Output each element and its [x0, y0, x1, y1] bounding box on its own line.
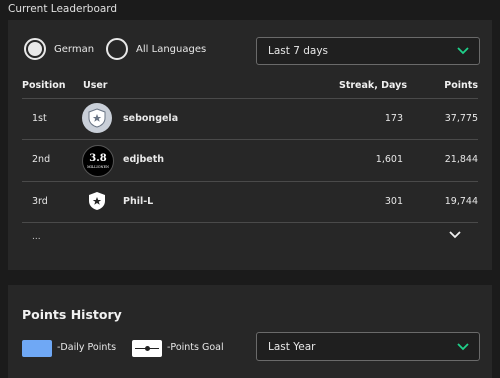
section-title: Points History [22, 307, 122, 322]
radio-german-label: German [54, 43, 95, 55]
range-select[interactable]: Last Year [256, 332, 480, 361]
avatar[interactable] [82, 103, 112, 133]
radio-selected-icon[interactable] [24, 38, 46, 60]
row-streak: 301 [384, 196, 403, 207]
chevron-down-icon [457, 342, 469, 350]
legend-daily-points-swatch [22, 340, 52, 357]
table-row[interactable]: 3rd Phil-L 301 19,744 [22, 182, 478, 223]
radio-all-languages[interactable]: All Languages [106, 38, 206, 60]
language-filter: German All Languages [24, 38, 218, 60]
table-row[interactable]: 2nd 3.8 MILLIONEN edjbeth 1,601 21,844 [22, 140, 478, 182]
millionen-badge-icon: 3.8 MILLIONEN [87, 153, 109, 169]
chevron-down-icon [457, 47, 469, 55]
leaderboard-card: German All Languages Last 7 days Positio… [8, 20, 492, 270]
col-header-streak[interactable]: Streak, Days [339, 80, 407, 91]
period-select[interactable]: Last 7 days [256, 37, 480, 65]
table-row[interactable]: 1st sebongela 173 37,775 [22, 99, 478, 140]
row-points: 37,775 [444, 113, 478, 124]
shield-star-icon [89, 192, 105, 210]
leaderboard-header: Position User Streak, Days Points [22, 76, 478, 99]
row-user[interactable]: edjbeth [123, 154, 164, 165]
row-position: 1st [32, 113, 47, 124]
avatar[interactable] [82, 186, 112, 216]
col-header-points[interactable]: Points [444, 80, 478, 91]
badge-top-text: 3.8 [89, 153, 106, 164]
period-select-value: Last 7 days [268, 45, 329, 57]
row-user[interactable]: Phil-L [123, 196, 153, 207]
legend-points-goal-label: -Points Goal [167, 342, 224, 353]
avatar[interactable]: 3.8 MILLIONEN [82, 145, 114, 177]
row-points: 21,844 [444, 154, 478, 165]
row-points: 19,744 [444, 196, 478, 207]
radio-german[interactable]: German [24, 38, 94, 60]
points-history-card: Points History -Daily Points -Points Goa… [8, 285, 492, 378]
chevron-down-icon[interactable] [448, 230, 462, 240]
row-streak: 173 [384, 113, 403, 124]
row-position: 2nd [32, 154, 51, 165]
radio-unselected-icon[interactable] [106, 38, 129, 60]
range-select-value: Last Year [268, 340, 316, 353]
legend-points-goal-swatch [132, 340, 162, 357]
radio-all-languages-label: All Languages [136, 43, 207, 55]
row-position: 3rd [32, 196, 48, 207]
page-title: Current Leaderboard [8, 3, 118, 15]
col-header-user[interactable]: User [83, 80, 108, 91]
row-streak: 1,601 [375, 154, 403, 165]
more-indicator: ... [32, 232, 41, 242]
col-header-position[interactable]: Position [22, 80, 66, 91]
row-user[interactable]: sebongela [123, 113, 178, 124]
legend-daily-points-label: -Daily Points [57, 342, 117, 353]
badge-bottom-text: MILLIONEN [87, 165, 109, 169]
shield-star-icon [88, 108, 106, 128]
